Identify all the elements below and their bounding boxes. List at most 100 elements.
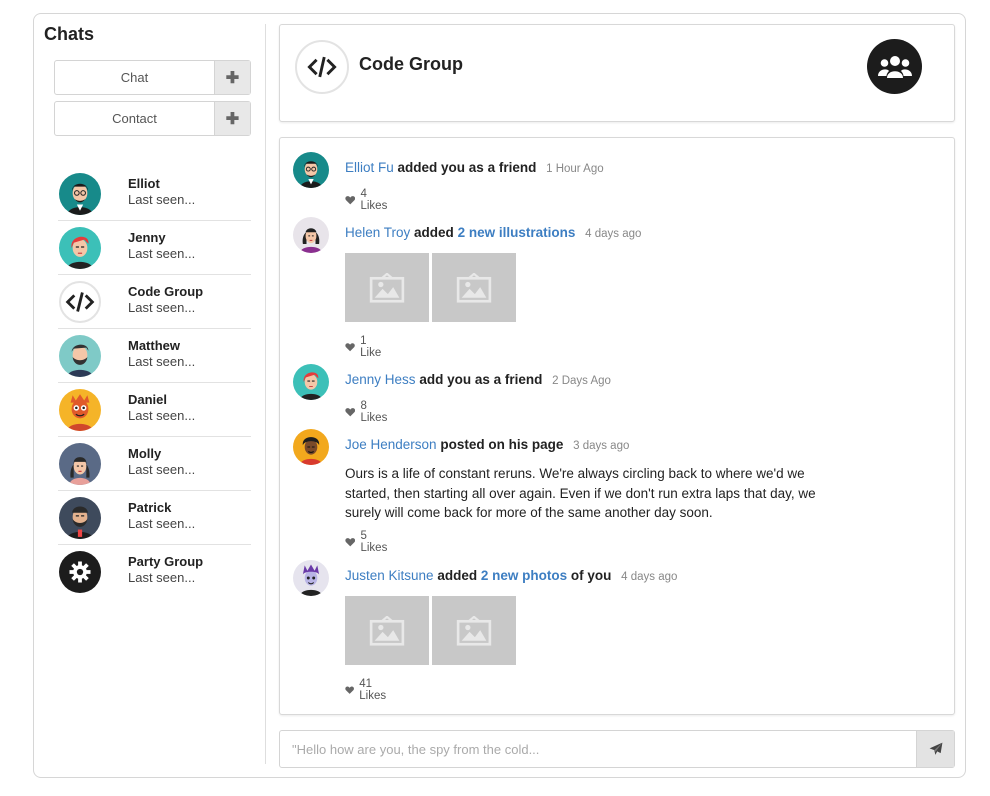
contact-name: Jenny [128, 230, 166, 245]
new-chat-label: Chat [120, 70, 149, 85]
contact-status: Last seen... [128, 300, 196, 315]
message-composer [279, 730, 955, 768]
content-link[interactable]: 2 new illustrations [458, 225, 576, 240]
event-summary: Jenny Hess add you as a friend 2 Days Ag… [345, 372, 611, 387]
user-link[interactable]: Jenny Hess [345, 372, 416, 387]
heart-icon [345, 684, 354, 696]
content-link[interactable]: 2 new photos [481, 568, 567, 583]
plus-icon[interactable]: ✚ [214, 61, 250, 94]
contact-status: Last seen... [128, 516, 196, 531]
chat-app-window: Chats Chat ✚ Contact ✚ Elliot Last seen.… [33, 13, 966, 778]
like-button[interactable]: 4 Likes [345, 188, 390, 212]
event-summary: Helen Troy added 2 new illustrations 4 d… [345, 225, 641, 240]
user-link[interactable]: Elliot Fu [345, 160, 394, 175]
image-thumbnail[interactable] [432, 596, 516, 665]
activity-feed: Elliot Fu added you as a friend 1 Hour A… [279, 137, 955, 715]
image-gallery [345, 253, 516, 322]
like-count: 1 Like [360, 335, 382, 359]
event-date: 2 Days Ago [552, 375, 611, 387]
event-verb: add you as a friend [419, 372, 543, 387]
like-count: 8 Likes [360, 400, 388, 424]
contact-name: Molly [128, 446, 162, 461]
heart-icon [345, 194, 355, 206]
chat-header: Code Group [279, 24, 955, 122]
contact-list: Elliot Last seen... Jenny Last seen... C… [58, 167, 251, 599]
user-link[interactable]: Joe Henderson [345, 437, 437, 452]
image-thumbnail[interactable] [345, 596, 429, 665]
justen-avatar [293, 560, 329, 596]
image-icon [369, 273, 405, 303]
helen-avatar [293, 217, 329, 253]
contact-item-molly[interactable]: Molly Last seen... [58, 437, 251, 491]
event-verb: posted on his page [440, 437, 564, 452]
contact-status: Last seen... [128, 354, 196, 369]
sidebar-title: Chats [44, 24, 95, 44]
event-summary: Joe Henderson posted on his page 3 days … [345, 437, 629, 452]
new-contact-label: Contact [112, 111, 157, 126]
plus-icon[interactable]: ✚ [214, 102, 250, 135]
image-icon [456, 616, 492, 646]
sidebar: Chats Chat ✚ Contact ✚ Elliot Last seen.… [34, 24, 266, 764]
send-button[interactable] [916, 731, 954, 767]
like-count: 5 Likes [360, 530, 388, 554]
user-link[interactable]: Helen Troy [345, 225, 410, 240]
event-verb: added [437, 568, 478, 583]
new-chat-button[interactable]: Chat ✚ [54, 60, 251, 95]
event-verb: added you as a friend [397, 160, 537, 175]
event-date: 1 Hour Ago [546, 163, 604, 175]
new-contact-button[interactable]: Contact ✚ [54, 101, 251, 136]
joe-avatar [293, 429, 329, 465]
event-suffix: of you [570, 568, 612, 583]
post-text: Ours is a life of constant reruns. We're… [345, 466, 816, 520]
elliot-avatar [59, 172, 101, 215]
like-button[interactable]: 1 Like [345, 335, 384, 359]
image-gallery [345, 596, 516, 665]
like-count: 41 Likes [359, 678, 387, 702]
like-button[interactable]: 8 Likes [345, 400, 390, 424]
contact-status: Last seen... [128, 246, 196, 261]
event-summary: Justen Kitsune added 2 new photos of you… [345, 568, 677, 583]
contact-name: Elliot [128, 176, 160, 191]
jenny-avatar [59, 226, 101, 269]
user-link[interactable]: Justen Kitsune [345, 568, 434, 583]
image-icon [369, 616, 405, 646]
contact-item-code-group[interactable]: Code Group Last seen... [58, 275, 251, 329]
image-icon [456, 273, 492, 303]
users-icon[interactable] [867, 39, 922, 94]
paper-plane-icon [929, 742, 942, 755]
contact-name: Code Group [128, 284, 204, 299]
code-icon [59, 280, 101, 323]
contact-name: Patrick [128, 500, 172, 515]
image-thumbnail[interactable] [432, 253, 516, 322]
contact-item-elliot[interactable]: Elliot Last seen... [58, 167, 251, 221]
like-button[interactable]: 5 Likes [345, 530, 390, 554]
contact-item-party-group[interactable]: Party Group Last seen... [58, 545, 251, 599]
like-button[interactable]: 41 Likes [345, 678, 390, 702]
image-thumbnail[interactable] [345, 253, 429, 322]
matthew-avatar [59, 334, 101, 377]
event-verb: added [414, 225, 454, 240]
contact-status: Last seen... [128, 570, 196, 585]
patrick-avatar [59, 496, 101, 539]
molly-avatar [59, 442, 101, 485]
event-summary: Elliot Fu added you as a friend 1 Hour A… [345, 160, 604, 175]
message-input[interactable] [280, 731, 916, 767]
heart-icon [345, 536, 355, 548]
heart-icon [345, 406, 355, 418]
contact-name: Daniel [128, 392, 168, 407]
heart-icon [345, 341, 355, 353]
contact-item-patrick[interactable]: Patrick Last seen... [58, 491, 251, 545]
elliot-avatar [293, 152, 329, 188]
contact-item-jenny[interactable]: Jenny Last seen... [58, 221, 251, 275]
contact-status: Last seen... [128, 462, 196, 477]
event-date: 4 days ago [585, 228, 642, 240]
contact-item-daniel[interactable]: Daniel Last seen... [58, 383, 251, 437]
like-count: 4 Likes [360, 188, 388, 212]
event-date: 4 days ago [621, 571, 678, 583]
gear-icon [59, 551, 101, 593]
chat-title: Code Group [359, 54, 463, 74]
daniel-avatar [59, 388, 101, 431]
contact-status: Last seen... [128, 192, 196, 207]
contact-item-matthew[interactable]: Matthew Last seen... [58, 329, 251, 383]
contact-status: Last seen... [128, 408, 196, 423]
